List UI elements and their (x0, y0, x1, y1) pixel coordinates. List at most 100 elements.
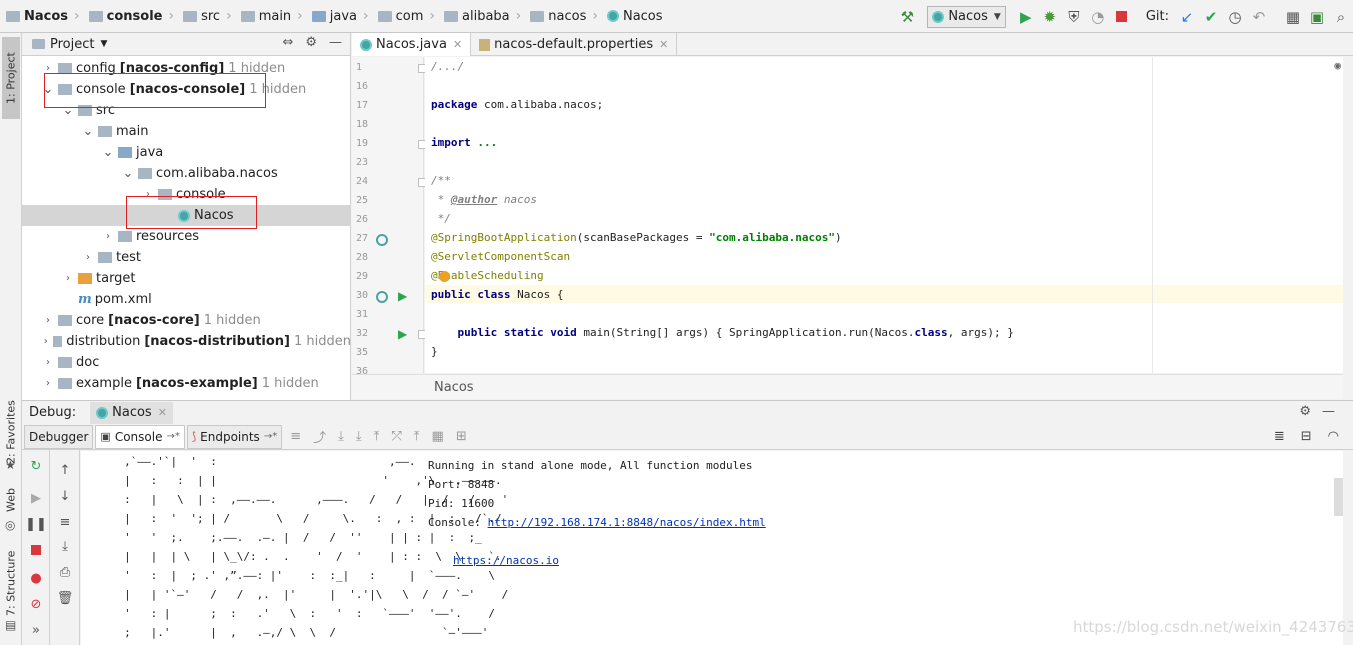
breadcrumb-item[interactable]: nacos › (524, 0, 601, 33)
tree-item-distribution[interactable]: › distribution [nacos-distribution] 1 hidd… (22, 331, 351, 352)
project-structure-icon[interactable]: ▦ (1282, 6, 1304, 28)
git-rollback-icon[interactable]: ↶ (1248, 6, 1270, 28)
layout-icon[interactable]: ≣ (1274, 429, 1285, 444)
code-line[interactable]: public static void main(String[] args) {… (431, 326, 1014, 339)
rerun-icon[interactable]: ↻ (28, 458, 44, 474)
console-output[interactable]: ,`——.'`| ' : ,——. | : : | | ' ,'\ ,——.——… (81, 451, 1343, 645)
profile-button[interactable]: ◔ (1087, 6, 1109, 28)
git-history-icon[interactable]: ◷ (1224, 6, 1246, 28)
scroll-to-end-icon[interactable]: ⤓ (57, 538, 73, 554)
gear-icon[interactable]: ⚙ (305, 35, 317, 50)
tree-item-target[interactable]: › target (22, 268, 351, 289)
coverage-button[interactable]: ⛨ (1063, 6, 1085, 28)
tab-web[interactable]: Web (2, 485, 20, 515)
breadcrumb-item[interactable]: console › (83, 0, 177, 33)
resume-icon[interactable]: ▶ (28, 490, 44, 506)
project-panel-title[interactable]: Project (50, 37, 94, 52)
chevron-right-icon[interactable]: › (42, 357, 54, 368)
code-line[interactable]: import ... (431, 136, 497, 149)
collapse-all-icon[interactable]: ⇔ (282, 35, 293, 50)
down-arrow-icon[interactable]: ↓ (57, 488, 73, 504)
pause-icon[interactable]: ❚❚ (25, 516, 47, 532)
chevron-right-icon[interactable]: › (102, 231, 114, 242)
tree-item-com-alibaba-nacos[interactable]: ⌄ com.alibaba.nacos (22, 163, 351, 184)
hide-panel-icon[interactable]: — (1322, 404, 1335, 419)
stop-icon[interactable] (28, 542, 44, 558)
breadcrumb-item[interactable]: alibaba › (438, 0, 524, 33)
tab-nacos-default-properties[interactable]: nacos-default.properties ✕ (471, 33, 678, 56)
trash-icon[interactable]: 🗑 (57, 590, 74, 606)
debug-toolbar-icon[interactable]: ⤴ (313, 427, 326, 446)
debug-toolbar-icon[interactable]: ⤓ (356, 429, 362, 444)
debug-toolbar-icon[interactable]: ⊞ (456, 429, 467, 444)
breadcrumb-item[interactable]: java › (306, 0, 372, 33)
code-line[interactable]: */ (431, 212, 451, 225)
git-update-icon[interactable]: ↙ (1176, 6, 1198, 28)
code-line[interactable]: * @author nacos (431, 193, 537, 206)
tree-item-core[interactable]: › core [nacos-core] 1 hidden (22, 310, 351, 331)
print-icon[interactable]: ⎙ (57, 564, 73, 580)
close-icon[interactable]: ✕ (659, 38, 668, 51)
tree-item-test[interactable]: › test (22, 247, 351, 268)
run-button[interactable]: ▶ (1015, 6, 1037, 28)
debug-button[interactable]: ✹ (1039, 6, 1061, 28)
code-line[interactable]: /.../ (431, 60, 464, 73)
chevron-down-icon[interactable]: ▼ (100, 39, 107, 49)
pin-arrow-icon[interactable]: →* (166, 431, 179, 442)
tab-structure[interactable]: 7: Structure (2, 545, 20, 621)
terminal-icon[interactable]: ▣ (1306, 6, 1328, 28)
tab-nacos-java[interactable]: Nacos.java ✕ (352, 33, 472, 56)
code-line[interactable]: @SpringBootApplication(scanBasePackages … (431, 231, 842, 244)
breadcrumb-item[interactable]: com › (372, 0, 438, 33)
pin-arrow-icon[interactable]: →* (264, 431, 277, 442)
tab-console[interactable]: ▣ Console →* (95, 424, 185, 449)
eye-icon[interactable]: ◉ (1334, 59, 1341, 72)
debug-toolbar-icon[interactable]: ⤒ (414, 429, 420, 444)
console-scrollbar[interactable] (1334, 478, 1343, 516)
tree-item-example[interactable]: › example [nacos-example] 1 hidden (22, 373, 351, 394)
tab-debugger[interactable]: Debugger (24, 424, 94, 449)
console-url-link[interactable]: http://192.168.174.1:8848/nacos/index.ht… (488, 516, 766, 529)
debug-toolbar-icon[interactable]: ≡ (290, 429, 301, 444)
hide-panel-icon[interactable]: — (329, 35, 342, 50)
breadcrumb-item[interactable]: Nacos › (0, 0, 83, 33)
site-url-link[interactable]: https://nacos.io (453, 554, 559, 567)
debug-toolbar-icon[interactable]: ⤓ (338, 429, 344, 444)
spring-bean-icon[interactable] (376, 234, 388, 246)
more-icon[interactable]: » (28, 622, 44, 638)
debug-toolbar-icon[interactable]: ⤒ (374, 429, 380, 444)
debug-toolbar-icon[interactable]: ⤱ (391, 429, 401, 444)
tree-item-main[interactable]: ⌄ main (22, 121, 351, 142)
stop-button[interactable] (1111, 6, 1133, 28)
run-configuration-select[interactable]: Nacos ▼ (927, 5, 1006, 28)
mute-breakpoints-icon[interactable]: ⊘ (28, 596, 44, 612)
chevron-down-icon[interactable]: ⌄ (102, 145, 114, 160)
git-commit-icon[interactable]: ✔ (1200, 6, 1222, 28)
tree-item-doc[interactable]: › doc (22, 352, 351, 373)
close-icon[interactable]: ✕ (158, 406, 167, 419)
layout-icon[interactable]: ◠ (1328, 429, 1339, 444)
build-hammer-icon[interactable]: ⚒ (896, 6, 918, 28)
soft-wrap-icon[interactable]: ≡ (57, 514, 73, 530)
view-breakpoints-icon[interactable]: ● (28, 570, 44, 586)
chevron-right-icon[interactable]: › (42, 336, 49, 347)
spring-bean-icon[interactable] (376, 291, 388, 303)
tab-endpoints[interactable]: ⟆ Endpoints →* (186, 424, 283, 449)
code-line[interactable]: package com.alibaba.nacos; (431, 98, 603, 111)
editor-breadcrumb[interactable]: Nacos (352, 374, 1343, 399)
tree-item-pom-xml[interactable]: m pom.xml (22, 289, 351, 310)
chevron-right-icon[interactable]: › (82, 252, 94, 263)
close-icon[interactable]: ✕ (453, 38, 462, 51)
code-line[interactable]: } (431, 345, 438, 358)
breadcrumb-item[interactable]: main › (235, 0, 306, 33)
search-icon[interactable]: ⌕ (1330, 6, 1352, 28)
chevron-right-icon[interactable]: › (62, 273, 74, 284)
tree-item-resources[interactable]: › resources (22, 226, 351, 247)
debug-session-tab[interactable]: Nacos ✕ (90, 401, 173, 424)
run-gutter-icon[interactable]: ▶ (398, 289, 407, 303)
breadcrumb-item[interactable]: Nacos (601, 0, 666, 33)
tab-project[interactable]: 1: Project (2, 37, 20, 119)
chevron-right-icon[interactable]: › (42, 315, 54, 326)
up-arrow-icon[interactable]: ↑ (57, 462, 73, 478)
breadcrumb-item[interactable]: src › (177, 0, 235, 33)
